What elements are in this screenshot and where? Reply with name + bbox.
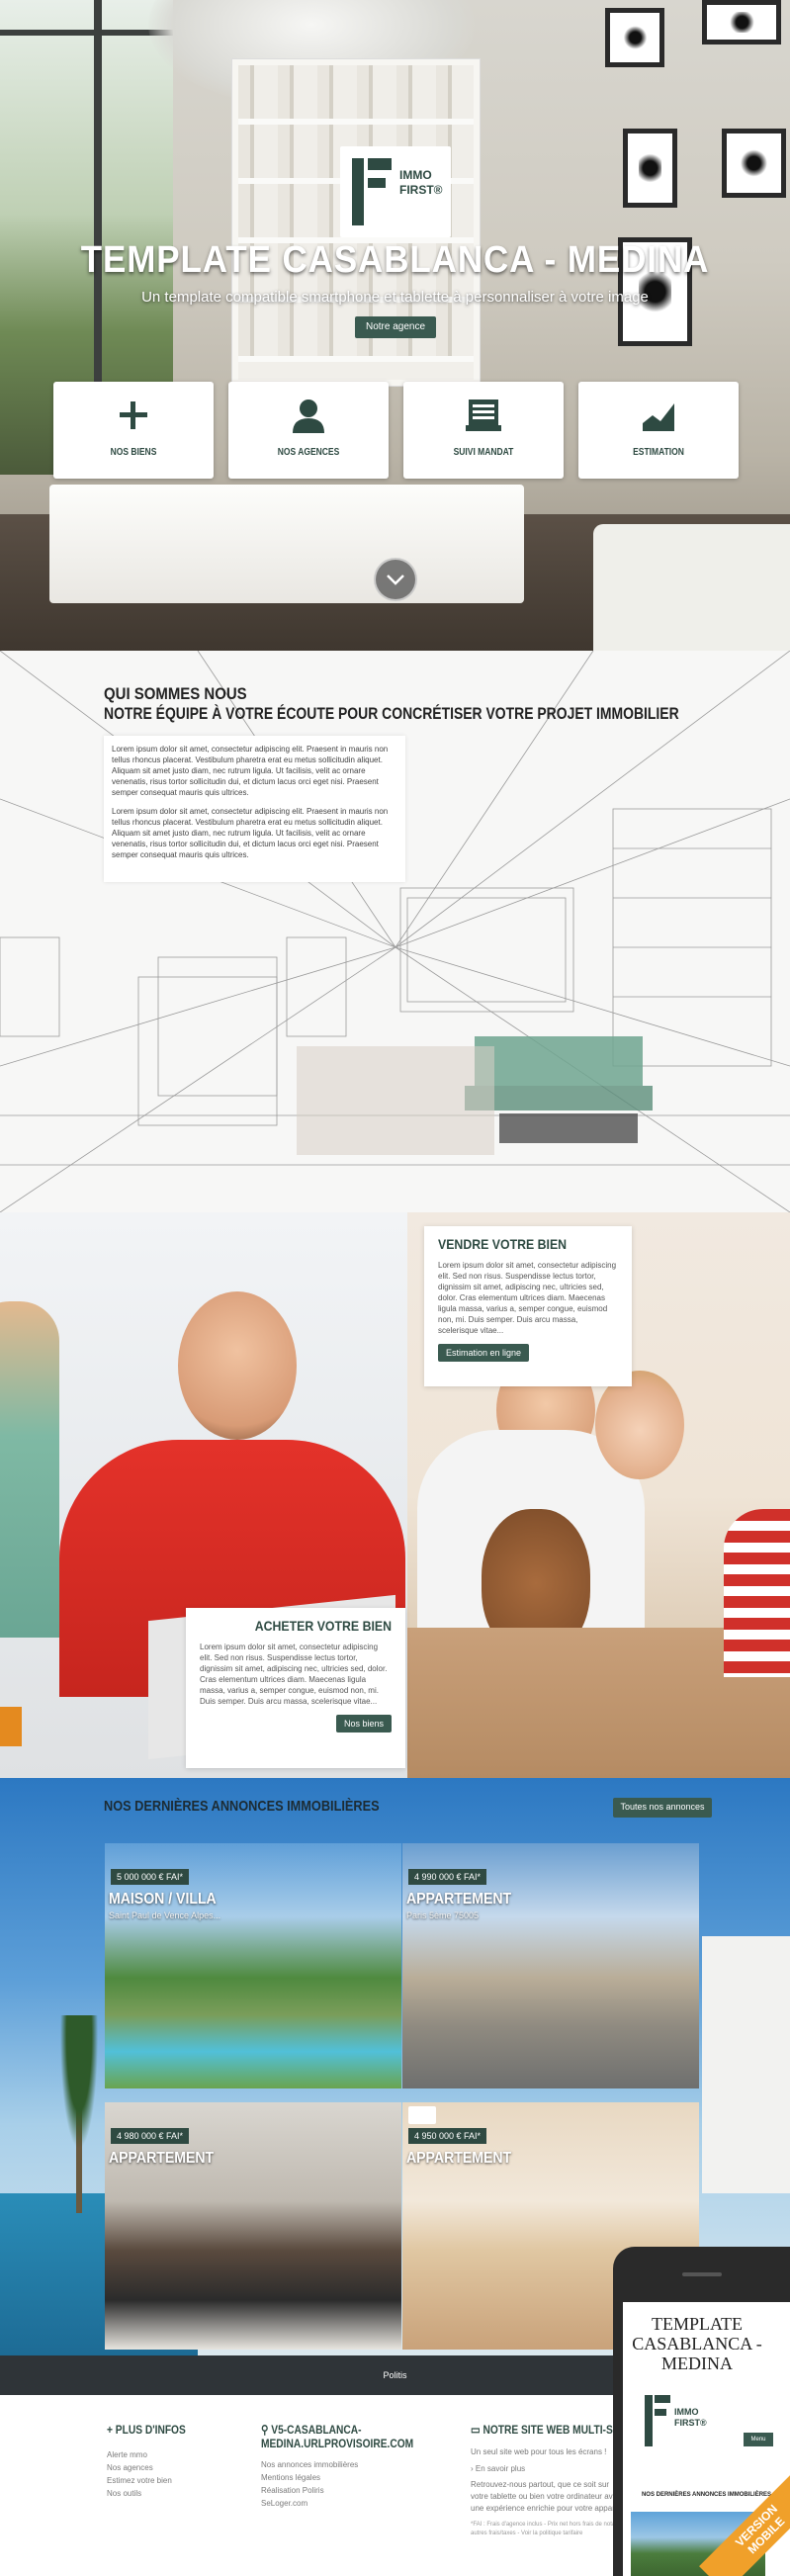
mobile-menu-button[interactable]: Menu (744, 2433, 773, 2446)
about-paragraph: Lorem ipsum dolor sit amet, consectetur … (112, 807, 389, 859)
listing-type: APPARTEMENT (406, 1891, 512, 1908)
mobile-logo-text2: FIRST® (674, 2418, 707, 2428)
about-subtitle: NOTRE ÉQUIPE À VOTRE ÉCOUTE POUR CONCRÉT… (104, 704, 679, 723)
listing-location: Paris 5ème 75005 (406, 1910, 480, 1920)
tile-label: NOS AGENCES (277, 447, 340, 458)
footer-col-site: ⚲ V5-CASABLANCA- MEDINA.URLPROVISOIRE.CO… (261, 2423, 439, 2510)
listing-card[interactable]: 4 980 000 € FAI* APPARTEMENT (105, 2102, 401, 2350)
listing-card[interactable]: 5 000 000 € FAI* MAISON / VILLA Saint Pa… (105, 1843, 401, 2088)
sell-card: VENDRE VOTRE BIEN Lorem ipsum dolor sit … (424, 1226, 632, 1386)
child-image (724, 1509, 790, 1677)
man-face-image (178, 1291, 297, 1440)
chart-icon (643, 403, 674, 431)
hero-title: TEMPLATE CASABLANCA - MEDINA (80, 239, 710, 281)
our-agency-button[interactable]: Notre agence (355, 316, 436, 338)
plus-icon: + (107, 2423, 116, 2437)
wall-frame (605, 8, 664, 67)
listing-location: Saint Paul de Vence Alpes... (109, 1910, 221, 1920)
tile-label: SUIVI MANDAT (453, 447, 514, 458)
chevron-down-icon (387, 575, 404, 585)
footer-link[interactable]: Mentions légales (261, 2471, 439, 2484)
footer-col-infos: + PLUS D'INFOS Alerte mmo Nos agences Es… (107, 2423, 235, 2500)
footer-link[interactable]: SeLoger.com (261, 2497, 439, 2510)
listing-type: APPARTEMENT (109, 2150, 215, 2167)
footer-link[interactable]: Nos outils (107, 2487, 235, 2500)
hero-section: IMMO FIRST® TEMPLATE CASABLANCA - MEDINA… (0, 0, 790, 651)
monitor-icon: ▭ (471, 2423, 483, 2437)
footer-bar-text[interactable]: Politis (383, 2370, 406, 2380)
footer-col-title: ⚲ V5-CASABLANCA- (261, 2423, 362, 2437)
quick-links: NOS BIENS NOS AGENCES SUIVI MANDAT ESTIM… (53, 382, 740, 479)
our-properties-button[interactable]: Nos biens (335, 1715, 392, 1732)
mobile-logo-text1: IMMO (674, 2407, 699, 2417)
footer-text: Retrouvez-nous partout, que ce soit sur … (471, 2480, 626, 2513)
hero-subtitle: Un template compatible smartphone et tab… (141, 289, 649, 306)
about-section: QUI SOMMES NOUS NOTRE ÉQUIPE À VOTRE ÉCO… (0, 651, 790, 1212)
listings-title: NOS DERNIÈRES ANNONCES IMMOBILIÈRES (104, 1798, 380, 1815)
about-title: QUI SOMMES NOUS (104, 684, 247, 703)
listing-type: MAISON / VILLA (109, 1891, 217, 1908)
footer-col-title: ▭ NOTRE SITE WEB MULTI-SUPPORT (471, 2423, 656, 2437)
online-estimation-button[interactable]: Estimation en ligne (438, 1344, 530, 1362)
footer-link[interactable]: Réalisation Poliris (261, 2484, 439, 2497)
mobile-title: TEMPLATE CASABLANCA - MEDINA (632, 2314, 762, 2373)
tile-nos-biens[interactable]: NOS BIENS (53, 382, 214, 479)
sell-text: Lorem ipsum dolor sit amet, consectetur … (438, 1261, 617, 1335)
listing-card[interactable]: 4 990 000 € FAI* APPARTEMENT Paris 5ème … (402, 1843, 699, 2088)
pin-icon: ⚲ (261, 2423, 272, 2437)
tile-label: NOS BIENS (110, 447, 157, 458)
listing-price: 5 000 000 € FAI* (111, 1869, 190, 1885)
footer-link[interactable]: Nos agences (107, 2461, 235, 2474)
cup-image (0, 1707, 22, 1746)
person-icon (293, 400, 324, 433)
footer-col-title-2: MEDINA.URLPROVISOIRE.COM (261, 2437, 414, 2450)
wall-frame (623, 129, 677, 208)
buy-sell-section: VENDRE VOTRE BIEN Lorem ipsum dolor sit … (0, 1212, 790, 1778)
listing-price: 4 990 000 € FAI* (408, 1869, 487, 1885)
girl-face-image (595, 1371, 684, 1479)
favorite-heart-icon[interactable] (408, 2106, 436, 2124)
wall-frame (702, 0, 781, 44)
tile-estimation[interactable]: ESTIMATION (578, 382, 739, 479)
footer-link[interactable]: Nos annonces immobilières (261, 2458, 439, 2471)
tile-nos-agences[interactable]: NOS AGENCES (228, 382, 389, 479)
tile-suivi-mandat[interactable]: SUIVI MANDAT (403, 382, 564, 479)
wall-frame (722, 129, 786, 198)
buy-title: ACHETER VOTRE BIEN (254, 1618, 392, 1634)
hero-sofa-image (593, 524, 790, 651)
footer-note: *FAI : Frais d'agence inclus - Prix net … (471, 2522, 629, 2536)
footer-text: Un seul site web pour tous les écrans ! (471, 2447, 607, 2456)
woman-image (0, 1301, 59, 1638)
plus-icon (120, 401, 147, 429)
logo-f-icon (348, 154, 394, 229)
scroll-down-button[interactable] (374, 558, 417, 601)
listing-type: APPARTEMENT (406, 2150, 512, 2167)
logo-text-line2: FIRST® (399, 183, 443, 197)
tile-label: ESTIMATION (633, 447, 684, 458)
about-paragraph: Lorem ipsum dolor sit amet, consectetur … (112, 745, 389, 797)
mobile-logo[interactable]: IMMO FIRST® (641, 2391, 707, 2450)
listing-price: 4 950 000 € FAI* (408, 2128, 487, 2144)
logo-text-line1: IMMO (399, 168, 432, 182)
building-image (702, 1936, 790, 2193)
footer-link[interactable]: Estimez votre bien (107, 2474, 235, 2487)
buy-text: Lorem ipsum dolor sit amet, consectetur … (200, 1643, 388, 1706)
hero-table-image (49, 485, 524, 603)
footer-link[interactable]: Alerte mmo (107, 2448, 235, 2461)
sell-title: VENDRE VOTRE BIEN (438, 1236, 568, 1252)
mobile-listings-title: NOS DERNIÈRES ANNONCES IMMOBILIÈRES (641, 2492, 772, 2498)
about-text-box: Lorem ipsum dolor sit amet, consectetur … (104, 736, 405, 882)
footer-col-title: + PLUS D'INFOS (107, 2423, 186, 2437)
listing-price: 4 980 000 € FAI* (111, 2128, 190, 2144)
footer-col-multisupport: ▭ NOTRE SITE WEB MULTI-SUPPORT Un seul s… (471, 2423, 656, 2538)
all-listings-button[interactable]: Toutes nos annonces (613, 1798, 712, 1818)
buy-card: ACHETER VOTRE BIEN Lorem ipsum dolor sit… (186, 1608, 405, 1768)
phone-speaker (682, 2272, 722, 2276)
footer-link[interactable]: › En savoir plus (471, 2462, 629, 2475)
document-icon (466, 400, 501, 431)
site-logo[interactable]: IMMO FIRST® (340, 146, 451, 237)
palm-tree-image (49, 2015, 109, 2213)
